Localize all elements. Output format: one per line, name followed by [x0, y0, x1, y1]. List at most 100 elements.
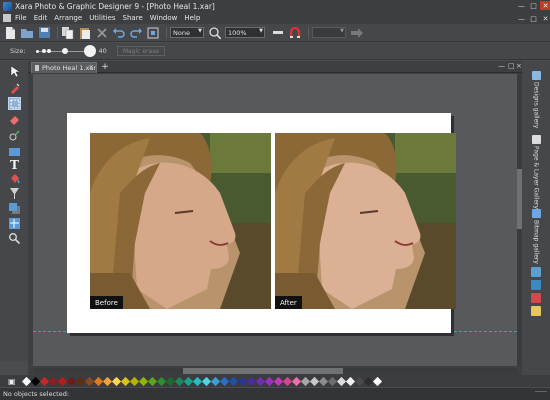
photo-heal-tool-icon[interactable]: [8, 97, 21, 110]
bitmap-gallery-tab[interactable]: Bitmap gallery: [530, 209, 542, 264]
colour-swatch[interactable]: [228, 376, 238, 386]
menu-help[interactable]: Help: [184, 14, 200, 22]
gallery-icon-4[interactable]: [531, 306, 541, 316]
colour-swatch[interactable]: [372, 376, 382, 386]
doc-minimize-small-icon[interactable]: —: [498, 62, 505, 70]
colour-swatch[interactable]: [336, 376, 346, 386]
colour-swatch[interactable]: [93, 376, 103, 386]
colour-swatch[interactable]: [75, 376, 85, 386]
new-tab-icon[interactable]: +: [100, 62, 110, 72]
zoom-icon[interactable]: [208, 26, 222, 40]
colour-swatch[interactable]: [138, 376, 148, 386]
colour-swatch[interactable]: [264, 376, 274, 386]
colour-swatch[interactable]: [237, 376, 247, 386]
text-tool-icon[interactable]: T: [8, 158, 21, 172]
before-photo[interactable]: Before: [90, 133, 271, 309]
doc-restore-icon[interactable]: □: [528, 14, 539, 23]
rectangle-tool-icon[interactable]: [8, 145, 21, 158]
colour-swatch[interactable]: [192, 376, 202, 386]
magic-erase-button[interactable]: Magic erase: [116, 46, 166, 56]
minimize-icon[interactable]: —: [516, 1, 527, 10]
colour-swatch[interactable]: [147, 376, 157, 386]
colour-swatch[interactable]: [57, 376, 67, 386]
doc-restore-small-icon[interactable]: □: [508, 62, 515, 70]
colour-swatch[interactable]: [156, 376, 166, 386]
gallery-icon-3[interactable]: [531, 293, 541, 303]
zoom-tool-icon[interactable]: [8, 232, 21, 245]
magnet-icon[interactable]: [288, 26, 302, 40]
transparency-tool-icon[interactable]: [8, 187, 21, 200]
paste-icon[interactable]: [78, 26, 92, 40]
colour-swatch[interactable]: [39, 376, 49, 386]
zoom-out-icon[interactable]: [271, 26, 285, 40]
shadow-tool-icon[interactable]: [8, 202, 21, 215]
slider-thumb[interactable]: [61, 48, 68, 54]
redo-icon[interactable]: [129, 26, 143, 40]
horizontal-scrollbar[interactable]: [33, 368, 517, 374]
fill-tool-icon[interactable]: [8, 172, 21, 185]
undo-icon[interactable]: [112, 26, 126, 40]
doc-close-small-icon[interactable]: ×: [516, 62, 522, 70]
colour-swatch[interactable]: [300, 376, 310, 386]
gallery-icon-1[interactable]: [531, 267, 541, 277]
close-icon[interactable]: ✕: [540, 1, 550, 10]
colour-swatch[interactable]: [111, 376, 121, 386]
menu-arrange[interactable]: Arrange: [54, 14, 82, 22]
colour-swatch[interactable]: [102, 376, 112, 386]
colour-swatch[interactable]: [354, 376, 364, 386]
menu-utilities[interactable]: Utilities: [89, 14, 115, 22]
copy-icon[interactable]: [61, 26, 75, 40]
eraser-tool-icon[interactable]: [8, 113, 21, 126]
delete-icon[interactable]: [95, 26, 109, 40]
new-document-icon[interactable]: [3, 26, 17, 40]
colour-swatch[interactable]: [273, 376, 283, 386]
colour-swatch[interactable]: [255, 376, 265, 386]
doc-minimize-icon[interactable]: —: [516, 14, 527, 23]
zoom-dropdown[interactable]: 100% ▼: [225, 27, 265, 38]
colour-swatch[interactable]: [48, 376, 58, 386]
colour-swatch[interactable]: [21, 376, 31, 386]
feather-dropdown[interactable]: None ▼: [170, 27, 204, 38]
menu-share[interactable]: Share: [123, 14, 143, 22]
colour-swatch[interactable]: [345, 376, 355, 386]
tab-close-icon[interactable]: ×: [88, 63, 94, 71]
colour-swatch[interactable]: [165, 376, 175, 386]
colour-swatch[interactable]: [120, 376, 130, 386]
no-colour-icon[interactable]: ▣: [8, 377, 16, 386]
menu-file[interactable]: File: [15, 14, 27, 22]
colour-swatch[interactable]: [327, 376, 337, 386]
colour-swatch[interactable]: [318, 376, 328, 386]
colour-swatch[interactable]: [291, 376, 301, 386]
transform-icon[interactable]: [146, 26, 160, 40]
menu-edit[interactable]: Edit: [34, 14, 48, 22]
colour-swatch[interactable]: [66, 376, 76, 386]
drawing-canvas[interactable]: Before After: [33, 74, 517, 366]
colour-swatch[interactable]: [309, 376, 319, 386]
colour-swatch[interactable]: [174, 376, 184, 386]
colour-swatch[interactable]: [363, 376, 373, 386]
menu-window[interactable]: Window: [150, 14, 178, 22]
resize-grip[interactable]: [535, 391, 547, 397]
colour-swatch[interactable]: [183, 376, 193, 386]
blend-tool-icon[interactable]: [8, 217, 21, 230]
colour-swatch[interactable]: [210, 376, 220, 386]
doc-close-icon[interactable]: ✕: [540, 14, 550, 23]
photo-tool-icon[interactable]: [8, 82, 21, 95]
brush-size-slider[interactable]: [34, 45, 96, 57]
colour-swatch[interactable]: [219, 376, 229, 386]
open-folder-icon[interactable]: [20, 26, 34, 40]
maximize-icon[interactable]: □: [528, 1, 539, 10]
after-photo[interactable]: After: [275, 133, 456, 309]
document-tab[interactable]: Photo Heal 1.xar ×: [31, 62, 97, 73]
colour-swatch[interactable]: [201, 376, 211, 386]
colour-swatch[interactable]: [84, 376, 94, 386]
selector-tool-icon[interactable]: [8, 65, 21, 78]
pen-tool-icon[interactable]: [8, 129, 21, 142]
designs-gallery-tab[interactable]: Designs gallery: [530, 71, 542, 128]
colour-swatch[interactable]: [282, 376, 292, 386]
gallery-icon-2[interactable]: [531, 280, 541, 290]
save-icon[interactable]: [37, 26, 51, 40]
colour-swatch[interactable]: [246, 376, 256, 386]
colour-swatch[interactable]: [129, 376, 139, 386]
colour-swatch[interactable]: [30, 376, 40, 386]
